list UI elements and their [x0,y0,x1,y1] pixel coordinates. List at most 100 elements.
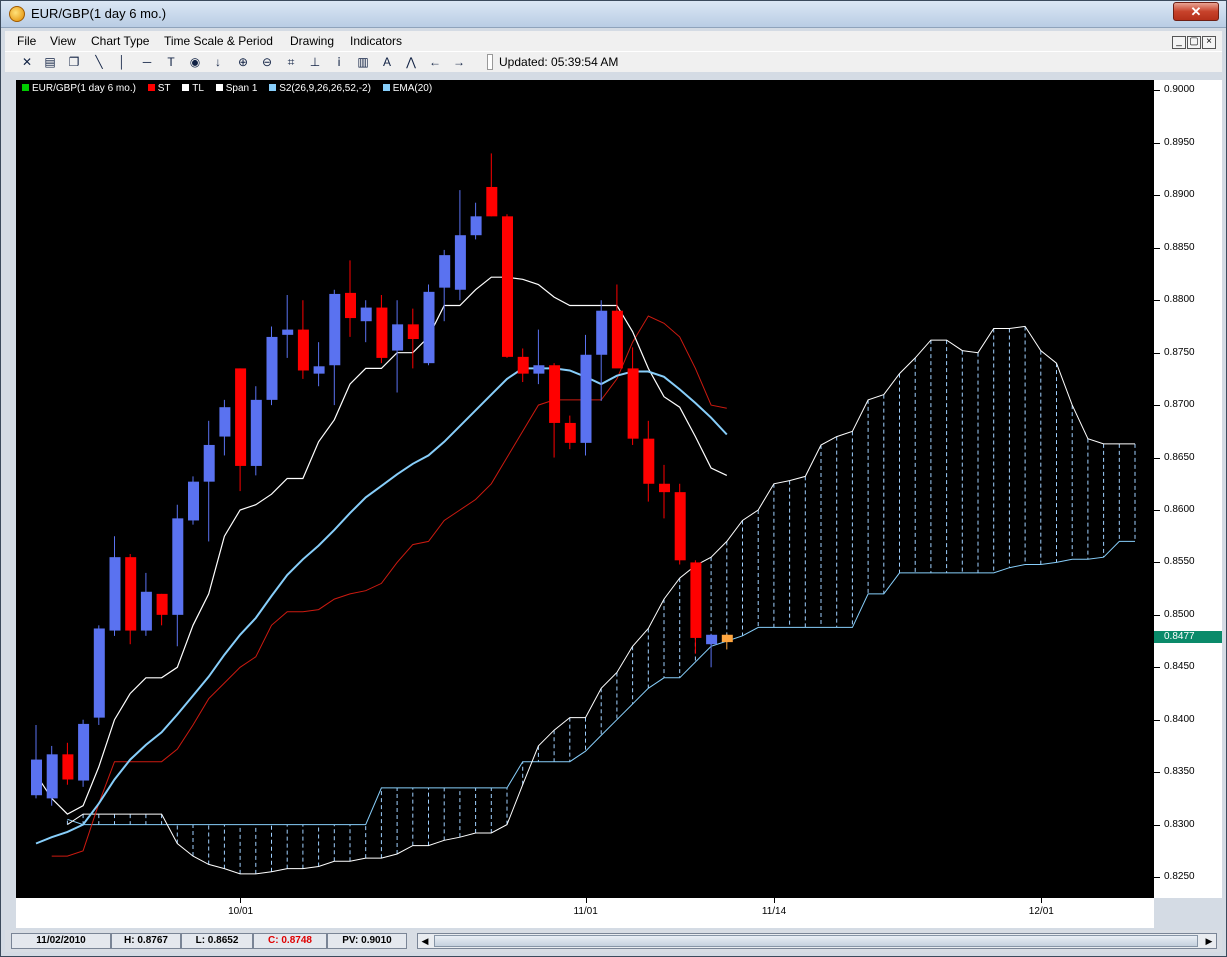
candle-body [156,593,168,615]
scroll-right-icon[interactable]: ▶ [1202,934,1216,948]
y-tick-label: 0.8800 [1164,294,1195,306]
text-a-icon[interactable]: A [379,54,395,70]
ema-line [35,367,728,845]
current-price-marker: 0.8477 [1154,631,1222,643]
y-tick-label: 0.8650 [1164,451,1195,463]
crosshair-icon[interactable]: ✕ [19,54,35,70]
candle-body [93,628,105,718]
x-tick-label: 10/01 [228,906,254,917]
y-tick [1154,405,1160,407]
candle-body [329,293,341,366]
title-bar[interactable]: EUR/GBP(1 day 6 mo.) ✕ [1,1,1226,28]
y-tick [1154,772,1160,774]
legend-swatch [22,84,29,91]
menu-drawing[interactable]: Drawing [290,34,334,48]
print-icon[interactable]: ▤ [42,54,58,70]
candle-body [188,481,199,521]
legend-item-st: ST [147,83,171,94]
chart-area[interactable]: EUR/GBP(1 day 6 mo.) ST TL Span 1 S2(26,… [16,80,1154,898]
candle-body [611,310,623,369]
scroll-thumb[interactable] [434,935,1198,947]
y-tick [1154,247,1160,249]
candle-body [627,368,639,439]
y-tick-label: 0.8500 [1164,608,1195,620]
legend-item-eurgbp: EUR/GBP(1 day 6 mo.) [22,83,136,94]
close-button[interactable]: ✕ [1173,2,1219,21]
candle-body [502,216,513,357]
candle-body [580,354,592,443]
price-chart [31,153,1136,875]
right-arrow-icon[interactable]: → [451,54,467,70]
y-tick [1154,877,1160,879]
y-tick [1154,90,1160,92]
menu-time-scale-period[interactable]: Time Scale & Period [164,34,273,48]
zoom-in-icon[interactable]: ⊕ [235,54,251,70]
y-tick-label: 0.9000 [1164,84,1195,96]
candle-body [407,324,419,340]
zoom-out-icon[interactable]: ⊖ [259,54,275,70]
y-tick [1154,562,1160,564]
mdi-minimize-button[interactable]: _ [1172,36,1186,49]
status-date: 11/02/2010 [11,933,111,949]
down-arrow-icon[interactable]: ↓ [210,54,226,70]
menu-indicators[interactable]: Indicators [350,34,402,48]
zigzag-icon[interactable]: ⋀ [403,54,419,70]
y-tick-label: 0.8350 [1164,766,1195,778]
anchor-icon[interactable]: ⊥ [307,54,323,70]
legend-item-span1: Span 1 [215,83,258,94]
info-icon[interactable]: ⅰ [331,54,347,70]
text-icon[interactable]: T [163,54,179,70]
target-icon[interactable]: ◉ [187,54,203,70]
candle-body [376,307,388,358]
x-tick [773,898,775,903]
y-tick-label: 0.8450 [1164,661,1195,673]
y-tick-label: 0.8950 [1164,136,1195,148]
candle-body [643,438,655,484]
mdi-restore-button[interactable]: ▢ [1187,36,1201,49]
scroll-left-icon[interactable]: ◀ [418,934,432,948]
menu-bar: File View Chart Type Time Scale & Period… [5,31,1222,51]
mdi-controls: _ ▢ × [1171,33,1216,49]
y-tick-label: 0.8700 [1164,399,1195,411]
candle-body [219,407,231,437]
candle-body [282,329,294,335]
bar-icon[interactable]: ▥ [355,54,371,70]
y-tick [1154,300,1160,302]
x-tick [585,898,587,903]
legend-item-tl: TL [182,83,204,94]
x-tick [240,898,242,903]
horizontal-line-icon[interactable]: ─ [139,54,155,70]
legend-label: ST [157,83,171,94]
legend-label: Span 1 [225,83,258,94]
candle-body [172,518,184,615]
candle-body [46,754,58,799]
candle-body [533,365,545,374]
candle-body [125,557,137,631]
mdi-close-button[interactable]: × [1202,36,1216,49]
legend-label: TL [192,83,204,94]
tenkan-line [51,315,727,857]
candle-body [203,444,215,482]
y-tick [1154,352,1160,354]
y-tick-label: 0.8600 [1164,503,1195,515]
y-tick [1154,614,1160,616]
menu-view[interactable]: View [50,34,76,48]
window-title: EUR/GBP(1 day 6 mo.) [31,6,167,21]
legend-label: S2(26,9,26,26,52,-2) [279,83,371,94]
menu-chart-type[interactable]: Chart Type [91,34,149,48]
y-axis: 0.8477 0.9000 0.8950 0.8900 0.8850 0.8800 0.8… [1154,80,1222,898]
y-tick [1154,142,1160,144]
current-price-label: 0.8477 [1164,631,1195,642]
copy-icon[interactable]: ❐ [66,54,82,70]
trendline-icon[interactable]: ╲ [91,54,107,70]
candle-body [439,255,451,288]
legend-item-s2: S2(26,9,26,26,52,-2) [269,83,371,94]
legend-swatch [269,84,277,91]
horizontal-scrollbar[interactable]: ◀ ▶ [417,933,1217,949]
legend-item-ema: EMA(20) [382,83,432,94]
menu-file[interactable]: File [17,34,36,48]
vertical-line-icon[interactable]: │ [114,54,130,70]
fit-icon[interactable]: ⌗ [283,54,299,70]
legend-swatch [215,84,223,91]
left-arrow-icon[interactable]: ← [427,54,443,70]
